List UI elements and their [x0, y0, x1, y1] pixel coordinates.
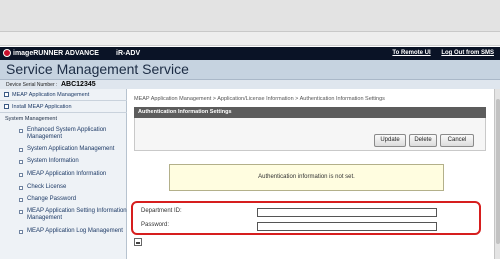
sidebar-item-label: Enhanced System Application Management: [27, 127, 107, 140]
password-label: Password:: [141, 222, 170, 228]
update-button[interactable]: Update: [374, 134, 406, 147]
status-message: Authentication information is not set.: [169, 164, 444, 191]
brand-name: imageRUNNER ADVANCE: [13, 50, 99, 57]
bullet-icon: [19, 129, 23, 133]
canon-logo-icon: [3, 49, 11, 57]
browser-toolbar: [0, 0, 500, 32]
bullet-icon: [19, 198, 23, 202]
square-bullet-icon: [4, 92, 9, 98]
sidebar-item-label: MEAP Application Log Management: [27, 228, 123, 234]
sidebar-item-system-application-management[interactable]: System Application Management: [0, 146, 127, 153]
cancel-button[interactable]: Cancel: [440, 134, 474, 147]
bullet-icon: [19, 230, 23, 234]
sidebar: MEAP Application Management Install MEAP…: [0, 89, 127, 259]
sidebar-item-change-password[interactable]: Change Password: [0, 196, 127, 203]
device-serial-value: ABC12345: [61, 81, 96, 88]
sidebar-item-label: MEAP Application Setting Information Man…: [27, 208, 127, 221]
page-title: Service Management Service: [6, 61, 189, 77]
department-id-field[interactable]: [257, 208, 437, 217]
bullet-icon: [19, 210, 23, 214]
sidebar-item-label: MEAP Application Management: [12, 92, 90, 98]
main-content: MEAP Application Management > Applicatio…: [128, 89, 494, 259]
breadcrumb: MEAP Application Management > Applicatio…: [134, 96, 385, 102]
panel-title: Authentication Information Settings: [134, 107, 486, 118]
sidebar-item-label: Check License: [27, 184, 67, 190]
sidebar-item-meap-application-setting-information-management[interactable]: MEAP Application Setting Information Man…: [0, 208, 127, 222]
password-field[interactable]: [257, 222, 437, 231]
bullet-icon: [19, 160, 23, 164]
device-serial-label: Device Serial Number :: [6, 82, 58, 88]
bullet-icon: [19, 186, 23, 190]
vertical-scrollbar[interactable]: [494, 89, 500, 259]
bullet-icon: [19, 173, 23, 177]
device-serial-line: Device Serial Number : ABC12345: [0, 79, 500, 89]
sidebar-item-label: System Application Management: [27, 146, 115, 152]
top-links: To Remote UI Log Out from SMS: [383, 49, 494, 58]
scrollbar-thumb[interactable]: [496, 99, 500, 244]
delete-button[interactable]: Delete: [409, 134, 437, 147]
square-bullet-icon: [4, 104, 9, 110]
sidebar-item-enhanced-system-application-management[interactable]: Enhanced System Application Management: [0, 127, 127, 141]
sidebar-item-label: Change Password: [27, 196, 77, 202]
sidebar-item-system-information[interactable]: System Information: [0, 158, 127, 165]
sidebar-item-label: System Information: [27, 158, 79, 164]
sidebar-item-meap-application-information[interactable]: MEAP Application Information: [0, 171, 127, 178]
sidebar-item-label: MEAP Application Information: [27, 171, 107, 177]
credentials-group: Department ID: Password:: [131, 201, 481, 235]
page-header: imageRUNNER ADVANCE iR-ADV To Remote UI …: [0, 47, 500, 89]
sidebar-section-heading: System Management: [5, 116, 57, 122]
page-top-icon[interactable]: [134, 238, 142, 246]
sidebar-item-meap-application-log-management[interactable]: MEAP Application Log Management: [0, 228, 127, 235]
top-strip: imageRUNNER ADVANCE iR-ADV To Remote UI …: [0, 47, 500, 60]
department-id-label: Department ID:: [141, 208, 182, 214]
sidebar-item-check-license[interactable]: Check License: [0, 184, 127, 191]
sidebar-item-meap-application-management[interactable]: MEAP Application Management: [0, 89, 127, 101]
link-to-remote-ui[interactable]: To Remote UI: [392, 50, 430, 56]
bullet-icon: [19, 148, 23, 152]
sidebar-item-label: Install MEAP Application: [12, 104, 72, 110]
link-log-out-from-sms[interactable]: Log Out from SMS: [441, 50, 494, 56]
model-name: iR-ADV: [116, 50, 141, 57]
address-bar: ▼: [0, 32, 500, 76]
sidebar-item-install-meap-application[interactable]: Install MEAP Application: [0, 101, 127, 113]
